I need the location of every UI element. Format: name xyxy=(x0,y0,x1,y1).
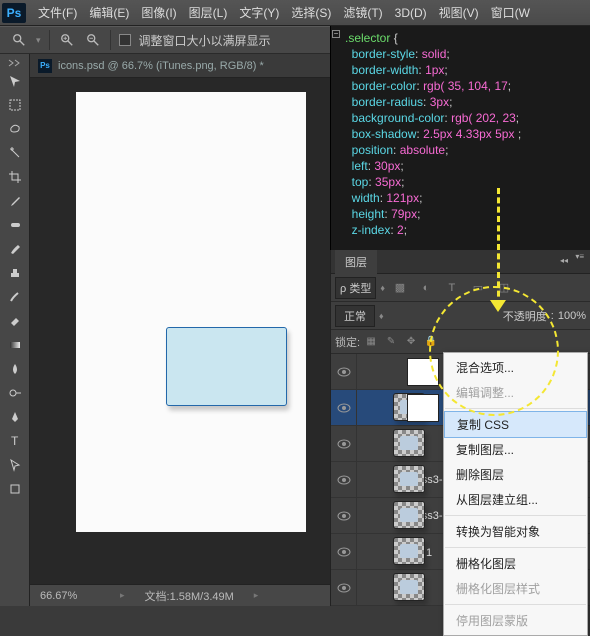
lock-label: 锁定: xyxy=(335,334,360,350)
menu-image[interactable]: 图像(I) xyxy=(135,4,182,21)
layer-thumbnail[interactable] xyxy=(393,501,425,529)
menu-3d[interactable]: 3D(D) xyxy=(389,6,433,20)
menu-view[interactable]: 视图(V) xyxy=(433,4,485,21)
context-menu-item[interactable]: 栅格化图层 xyxy=(444,551,587,576)
pen-tool[interactable] xyxy=(3,406,27,428)
lock-transparency-icon[interactable]: ▦ xyxy=(362,334,380,350)
flyout-menu-icon[interactable]: ▾≡ xyxy=(575,252,584,261)
zoom-out-icon[interactable] xyxy=(84,31,102,49)
lock-pixels-icon[interactable]: ✎ xyxy=(382,334,400,350)
layers-tab[interactable]: 图层 xyxy=(335,250,377,274)
visibility-eye-icon[interactable] xyxy=(331,570,357,605)
dodge-tool[interactable] xyxy=(3,382,27,404)
layer-mask-thumbnail[interactable] xyxy=(407,394,439,422)
menu-type[interactable]: 文字(Y) xyxy=(233,4,285,21)
context-menu-item[interactable]: 复制图层... xyxy=(444,437,587,462)
gradient-tool[interactable] xyxy=(3,334,27,356)
zoom-tool-icon[interactable] xyxy=(10,31,28,49)
filter-type-icon[interactable]: T xyxy=(441,278,463,298)
path-select-tool[interactable] xyxy=(3,454,27,476)
context-menu-item: 停用图层蒙版 xyxy=(444,608,587,633)
lasso-tool[interactable] xyxy=(3,118,27,140)
layer-filter-bar: ρ 类型 ♦ ▩ ◐ T ▭ ◫ xyxy=(331,274,590,302)
context-menu-item[interactable]: 转换为智能对象 xyxy=(444,519,587,544)
brush-tool[interactable] xyxy=(3,238,27,260)
history-brush-tool[interactable] xyxy=(3,286,27,308)
toolbox-collapse-icon[interactable] xyxy=(5,58,25,68)
layer-thumbnail[interactable] xyxy=(393,465,425,493)
layer-mask-thumbnail[interactable] xyxy=(407,358,439,386)
zoom-in-icon[interactable] xyxy=(58,31,76,49)
zoom-level[interactable]: 66.67% xyxy=(40,590,100,602)
menu-window[interactable]: 窗口(W xyxy=(485,4,536,21)
menu-separator xyxy=(445,408,586,409)
layer-thumbnail[interactable] xyxy=(393,429,425,457)
layer-context-menu: 混合选项...编辑调整... 复制 CSS复制图层...删除图层从图层建立组...… xyxy=(443,352,588,636)
menu-separator xyxy=(445,515,586,516)
context-menu-item[interactable]: 从图层建立组... xyxy=(444,487,587,512)
visibility-eye-icon[interactable] xyxy=(331,390,357,425)
menu-select[interactable]: 选择(S) xyxy=(285,4,337,21)
opacity-value[interactable]: 100% xyxy=(558,310,586,322)
context-menu-item[interactable]: 删除图层 xyxy=(444,462,587,487)
type-tool[interactable]: T xyxy=(3,430,27,452)
filter-kind-select[interactable]: ρ 类型 xyxy=(335,277,376,299)
menubar: Ps 文件(F) 编辑(E) 图像(I) 图层(L) 文字(Y) 选择(S) 滤… xyxy=(0,0,590,26)
context-menu-item[interactable]: 复制 CSS xyxy=(444,411,587,438)
visibility-eye-icon[interactable] xyxy=(331,426,357,461)
layer-thumbnail[interactable] xyxy=(393,573,425,601)
stamp-tool[interactable] xyxy=(3,262,27,284)
layer-thumbnail[interactable] xyxy=(393,537,425,565)
blur-tool[interactable] xyxy=(3,358,27,380)
context-menu-item: 栅格化图层样式 xyxy=(444,576,587,601)
menu-filter[interactable]: 滤镜(T) xyxy=(337,4,388,21)
move-tool[interactable] xyxy=(3,70,27,92)
css-output-panel: − .selector { border-style: solid; borde… xyxy=(330,26,590,250)
collapse-icon[interactable]: ◂◂ xyxy=(560,256,568,265)
resize-window-label: 调整窗口大小以满屏显示 xyxy=(139,32,271,49)
visibility-eye-icon[interactable] xyxy=(331,498,357,533)
heal-tool[interactable] xyxy=(3,214,27,236)
blend-mode-select[interactable]: 正常 xyxy=(335,305,375,327)
opacity-label: 不透明度 xyxy=(503,308,547,324)
eyedropper-tool[interactable] xyxy=(3,190,27,212)
doc-size: 文档:1.58M/3.49M xyxy=(145,588,234,604)
selector-shape[interactable] xyxy=(166,327,287,406)
menu-edit[interactable]: 编辑(E) xyxy=(83,4,135,21)
layer-lock-bar: 锁定: ▦ ✎ ✥ 🔒 xyxy=(331,330,590,354)
toolbox: T xyxy=(0,54,30,606)
crop-tool[interactable] xyxy=(3,166,27,188)
menu-layer[interactable]: 图层(L) xyxy=(183,4,234,21)
filter-shape-icon[interactable]: ▭ xyxy=(467,278,489,298)
context-menu-item[interactable]: 混合选项... xyxy=(444,355,587,380)
menu-separator xyxy=(445,604,586,605)
fold-icon[interactable]: − xyxy=(332,30,340,38)
ps-file-icon: Ps xyxy=(38,59,52,73)
eraser-tool[interactable] xyxy=(3,310,27,332)
filter-smart-icon[interactable]: ◫ xyxy=(493,278,515,298)
wand-tool[interactable] xyxy=(3,142,27,164)
svg-text:T: T xyxy=(11,434,19,448)
resize-window-checkbox[interactable] xyxy=(119,34,131,46)
filter-pixel-icon[interactable]: ▩ xyxy=(389,278,411,298)
panel-tabs: 图层 ◂◂ ▾≡ xyxy=(331,250,590,274)
layer-options-bar: 正常 ♦ 不透明度: 100% xyxy=(331,302,590,330)
visibility-eye-icon[interactable] xyxy=(331,462,357,497)
marquee-tool[interactable] xyxy=(3,94,27,116)
visibility-eye-icon[interactable] xyxy=(331,354,357,389)
menu-file[interactable]: 文件(F) xyxy=(32,4,83,21)
context-menu-item: 编辑调整... xyxy=(444,380,587,405)
document-tab-label: icons.psd @ 66.7% (iTunes.png, RGB/8) * xyxy=(58,60,264,72)
visibility-eye-icon[interactable] xyxy=(331,534,357,569)
lock-position-icon[interactable]: ✥ xyxy=(402,334,420,350)
menu-separator xyxy=(445,547,586,548)
shape-tool[interactable] xyxy=(3,478,27,500)
filter-adjust-icon[interactable]: ◐ xyxy=(415,278,437,298)
app-logo: Ps xyxy=(2,3,26,23)
lock-all-icon[interactable]: 🔒 xyxy=(422,334,440,350)
canvas[interactable] xyxy=(76,92,306,532)
